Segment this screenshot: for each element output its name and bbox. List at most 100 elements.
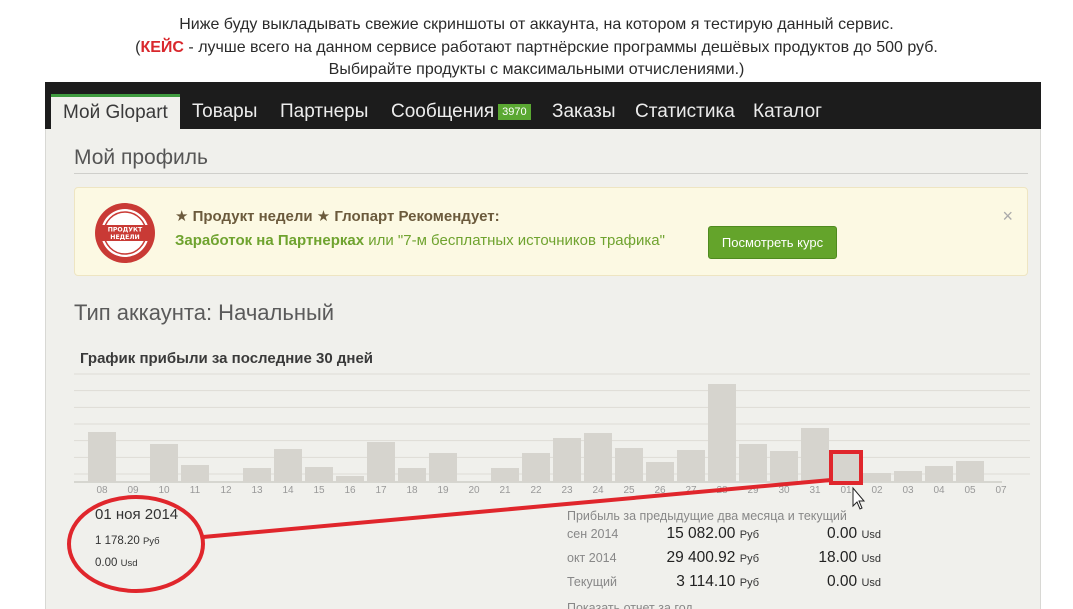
chart-x-tick-label: 05: [964, 485, 976, 496]
chart-x-tick-label: 25: [623, 485, 635, 496]
intro-text: Ниже буду выкладывать свежие скриншоты о…: [0, 14, 1073, 82]
chart-bar[interactable]: [181, 465, 209, 482]
chart-bar[interactable]: [398, 468, 426, 482]
messages-count-badge: 3970: [498, 104, 531, 120]
chart-bar[interactable]: [615, 448, 643, 482]
chart-bar[interactable]: [491, 468, 519, 482]
tab-statistics[interactable]: Статистика: [635, 94, 735, 129]
chart-bar[interactable]: [243, 468, 271, 482]
stats-row-label: Текущий: [567, 575, 617, 589]
main-nav: Мой Glopart Товары Партнеры Сообщения 397…: [45, 82, 1041, 129]
chart-bar[interactable]: [801, 428, 829, 482]
chart-x-tick-label: 26: [654, 485, 666, 496]
tab-orders[interactable]: Заказы: [552, 94, 616, 129]
banner-heading: ★ Продукт недели ★ Глопарт Рекомендует:: [175, 208, 500, 225]
stats-row-rub-value: 29 400.92: [666, 549, 736, 566]
chart-bar[interactable]: [863, 473, 891, 482]
chart-bar[interactable]: [274, 449, 302, 482]
selected-day-date: 01 ноя 2014: [95, 506, 179, 523]
stats-row-label: сен 2014: [567, 527, 619, 541]
chart-x-tick-label: 18: [406, 485, 418, 496]
chart-x-tick-label: 22: [530, 485, 542, 496]
tab-messages-label: Сообщения: [391, 101, 495, 122]
banner-link-earnings[interactable]: Заработок на Партнерках: [175, 232, 364, 249]
banner-or-text: или: [364, 232, 398, 249]
tab-products[interactable]: Товары: [192, 94, 257, 129]
chart-x-tick-label: 23: [561, 485, 573, 496]
chart-bar[interactable]: [336, 476, 364, 482]
chart-x-tick-label: 27: [685, 485, 697, 496]
page-title: Мой профиль: [74, 146, 208, 169]
chart-bar[interactable]: [677, 450, 705, 482]
intro-line-2-rest: - лучше всего на данном сервисе работают…: [183, 38, 938, 56]
chart-bar[interactable]: [367, 442, 395, 482]
stats-row-rub-unit: Руб: [739, 577, 759, 589]
chart-x-tick-label: 03: [902, 485, 914, 496]
chart-x-tick-label: 24: [592, 485, 604, 496]
intro-line-1: Ниже буду выкладывать свежие скриншоты о…: [179, 16, 894, 33]
stats-row-usd-unit: Usd: [861, 553, 881, 565]
chart-bar[interactable]: [646, 462, 674, 482]
chart-bar[interactable]: [739, 444, 767, 482]
chart-x-tick-label: 08: [96, 485, 108, 496]
selected-day-usd-value: 0.00: [95, 557, 118, 569]
stats-title: Прибыль за предыдущие два месяца и текущ…: [567, 509, 847, 523]
tab-catalog[interactable]: Каталог: [753, 94, 822, 129]
stats-row-usd-value: 0.00: [826, 573, 858, 590]
chart-bar[interactable]: [429, 453, 457, 482]
stats-row-usd: 0.00 Usd: [827, 525, 881, 543]
banner-link-traffic[interactable]: "7-м бесплатных источников трафика": [398, 232, 665, 249]
chart-bar[interactable]: [88, 432, 116, 482]
tab-partners[interactable]: Партнеры: [280, 94, 368, 129]
chart-title: График прибыли за последние 30 дней: [80, 350, 374, 367]
selected-day-rub-value: 1 178.20: [95, 535, 140, 547]
seal-line-2: НЕДЕЛИ: [110, 234, 139, 241]
stats-row-usd-value: 0.00: [826, 525, 858, 542]
selected-day-rub: 1 178.20 Руб: [95, 535, 160, 547]
chart-bar[interactable]: [522, 453, 550, 482]
chart-bar[interactable]: [956, 461, 984, 482]
yearly-report-link[interactable]: Показать отчет за год: [567, 601, 693, 609]
chart-x-tick-label: 01: [840, 485, 852, 496]
chart-bar[interactable]: [305, 467, 333, 482]
title-divider: [74, 173, 1028, 174]
chart-x-tick-label: 30: [778, 485, 790, 496]
chart-x-tick-label: 20: [468, 485, 480, 496]
chart-x-tick-label: 19: [437, 485, 449, 496]
chart-bar[interactable]: [925, 466, 953, 482]
chart-x-tick-label: 17: [375, 485, 387, 496]
stats-row: сен 2014 15 082.00 Руб 0.00 Usd: [567, 525, 897, 547]
chart-bar[interactable]: [150, 444, 178, 482]
seal-line-1: ПРОДУКТ: [108, 227, 143, 234]
stats-row-usd: 0.00 Usd: [827, 573, 881, 591]
stats-row-usd: 18.00 Usd: [818, 549, 881, 567]
stats-row-rub-value: 3 114.10: [676, 573, 736, 590]
chart-bar[interactable]: [708, 384, 736, 482]
product-of-week-banner: ПРОДУКТ НЕДЕЛИ ★ Продукт недели ★ Глопар…: [74, 187, 1028, 276]
chart-x-tick-label: 07: [995, 485, 1007, 496]
tab-my-glopart[interactable]: Мой Glopart: [51, 94, 180, 129]
profit-bar-chart: 08 09 10 11 12 13 14 15 16 17 18 19 20 21 22 23 24 25 26 27…: [74, 373, 1030, 496]
selected-day-usd: 0.00 Usd: [95, 557, 138, 569]
chart-bar[interactable]: [894, 471, 922, 482]
chart-x-tick-label: 10: [158, 485, 170, 496]
chart-x-tick-label: 21: [499, 485, 511, 496]
tab-messages[interactable]: Сообщения 3970: [391, 94, 531, 129]
view-course-button[interactable]: Посмотреть курс: [708, 226, 837, 259]
stats-row-usd-unit: Usd: [861, 577, 881, 589]
chart-bar[interactable]: [584, 433, 612, 482]
stats-row-rub: 29 400.92 Руб: [666, 549, 759, 567]
stats-row-rub-unit: Руб: [739, 529, 759, 541]
chart-x-tick-label: 28: [716, 485, 728, 496]
chart-x-tick-label: 09: [127, 485, 139, 496]
selected-day-rub-unit: Руб: [142, 536, 160, 547]
chart-x-tick-label: 15: [313, 485, 325, 496]
chart-bar[interactable]: [832, 453, 860, 482]
account-type-heading: Тип аккаунта: Начальный: [74, 300, 335, 325]
stats-row-rub-unit: Руб: [739, 553, 759, 565]
chart-bar[interactable]: [770, 451, 798, 482]
chart-x-tick-label: 12: [220, 485, 232, 496]
stats-row-rub: 15 082.00 Руб: [666, 525, 759, 543]
chart-bar[interactable]: [553, 438, 581, 482]
close-icon[interactable]: ×: [1002, 206, 1013, 227]
